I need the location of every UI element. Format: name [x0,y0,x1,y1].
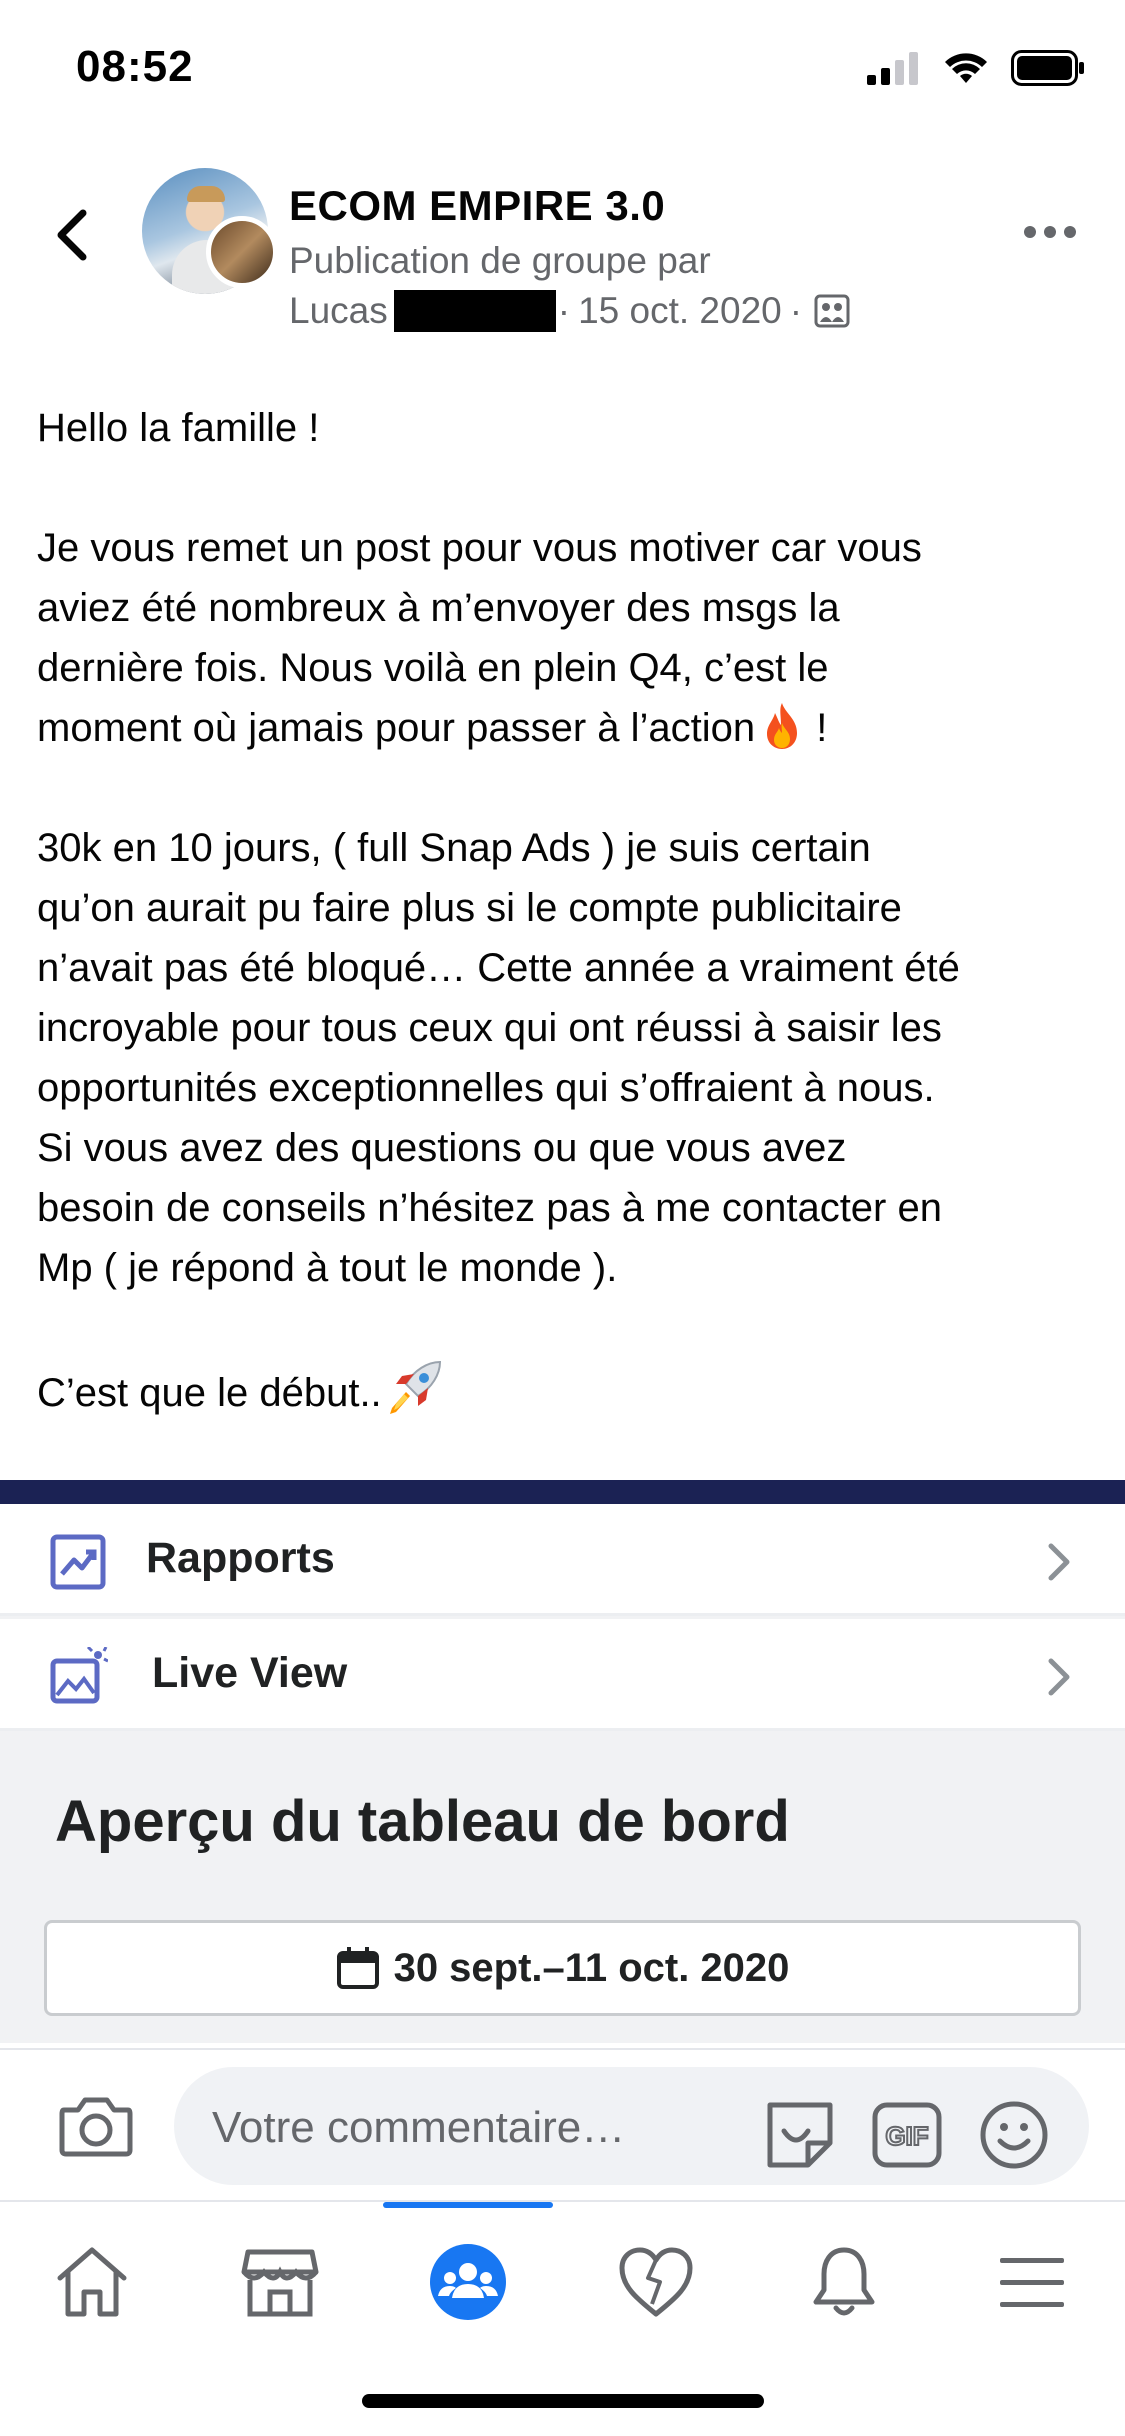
post-date[interactable]: 15 oct. 2020 [578,290,782,332]
svg-text:GIF: GIF [885,2121,928,2151]
chevron-right-icon [1048,1543,1070,1581]
hamburger-menu-icon [1000,2258,1064,2307]
post-line-with-emoji: C’est que le début.. [37,1358,1097,1423]
tab-groups[interactable] [418,2232,518,2332]
tab-home[interactable] [42,2232,142,2332]
more-dot [1044,226,1056,238]
battery-icon [1011,50,1084,86]
fire-emoji-icon [767,703,798,749]
post-paragraph: Hello la famille ! [37,398,1097,458]
status-time: 08:52 [76,42,194,91]
sticker-icon[interactable] [762,2097,838,2173]
tab-notifications[interactable] [794,2232,894,2332]
group-name[interactable]: ECOM EMPIRE 3.0 [289,182,665,230]
post-line: moment où jamais pour passer à l’action [37,706,756,750]
attached-image-header-band [0,1480,1125,1504]
tab-marketplace[interactable] [230,2232,330,2332]
bottom-tab-bar [0,2200,1125,2436]
more-dot [1064,226,1076,238]
comment-placeholder: Votre commentaire… [212,2103,626,2152]
groups-icon [430,2244,506,2320]
date-range-label: 30 sept.–11 oct. 2020 [393,1945,790,1990]
back-button[interactable] [44,200,100,270]
post-line: dernière fois. Nous voilà en plein Q4, c… [37,646,829,690]
comment-bar: Votre commentaire… GIF [0,2048,1125,2200]
post-line: 30k en 10 jours, ( full Snap Ads ) je su… [37,826,871,870]
attached-image[interactable]: Rapports Live View Aperçu du tableau de … [0,1480,1125,2043]
post-line: C’est que le début.. [37,1371,382,1415]
more-options-button[interactable] [1015,212,1085,252]
post-line-with-emoji: moment où jamais pour passer à l’action … [37,698,1097,758]
post-line: Si vous avez des questions ou que vous a… [37,1126,847,1170]
post-line: incroyable pour tous ceux qui ont réussi… [37,1006,942,1050]
live-view-row: Live View [0,1619,1125,1731]
redaction-box [393,290,556,332]
post-body: Hello la famille ! Je vous remet un post… [37,398,1097,1483]
post-line: Hello la famille ! [37,406,320,450]
reports-icon [50,1534,106,1590]
author-name[interactable]: Lucas [289,290,388,332]
post-line: qu’on aurait pu faire plus si le compte … [37,886,902,930]
tab-menu[interactable] [982,2232,1082,2332]
chevron-left-icon [57,209,87,261]
calendar-icon [336,1947,379,1989]
post-paragraph: 30k en 10 jours, ( full Snap Ads ) je su… [37,818,1097,1298]
author-avatar[interactable] [206,216,278,288]
post-paragraph: C’est que le début.. [37,1358,1097,1423]
signal-icon [867,52,918,85]
live-view-icon [50,1647,108,1704]
gif-icon[interactable]: GIF [869,2097,945,2173]
post-meta: Lucas · 15 oct. 2020 · [289,290,850,332]
status-bar: 08:52 [0,0,1125,135]
dashboard-title: Aperçu du tableau de bord [55,1789,790,1854]
tab-dating[interactable] [606,2232,706,2332]
avatar-hair [187,186,225,202]
live-view-label: Live View [152,1649,348,1697]
meta-separator: · [789,290,803,331]
comment-input[interactable]: Votre commentaire… GIF [174,2067,1089,2185]
post-line: opportunités exceptionnelles qui s’offra… [37,1066,935,1110]
post-line: Je vous remet un post pour vous motiver … [37,526,922,570]
status-icons [867,48,1085,88]
bell-icon [813,2247,875,2316]
post-line-suffix: ! [805,706,828,750]
emoji-icon[interactable] [976,2097,1052,2173]
marketplace-icon [241,2249,319,2317]
active-tab-indicator [383,2202,553,2208]
group-audience-icon [814,294,850,328]
more-dot [1024,226,1036,238]
post-line: aviez été nombreux à m’envoyer des msgs … [37,586,840,630]
meta-separator: · [557,290,571,331]
post-header: ECOM EMPIRE 3.0 Publication de groupe pa… [0,150,1125,350]
post-paragraph: Je vous remet un post pour vous motiver … [37,518,1097,758]
heart-icon [619,2247,693,2317]
post-subtitle: Publication de groupe par [289,240,711,281]
post-line: besoin de conseils n’hésitez pas à me co… [37,1186,942,1230]
date-range-picker: 30 sept.–11 oct. 2020 [44,1920,1081,2016]
home-indicator [362,2394,764,2408]
home-icon [57,2247,127,2317]
wifi-icon [945,53,987,83]
post-line: Mp ( je répond à tout le monde ). [37,1246,618,1290]
chevron-right-icon [1048,1658,1070,1696]
reports-label: Rapports [146,1534,335,1582]
post-line: n’avait pas été bloqué… Cette année a vr… [37,946,960,990]
rocket-emoji-icon [389,1360,441,1414]
camera-icon[interactable] [58,2092,134,2158]
reports-row: Rapports [0,1504,1125,1616]
